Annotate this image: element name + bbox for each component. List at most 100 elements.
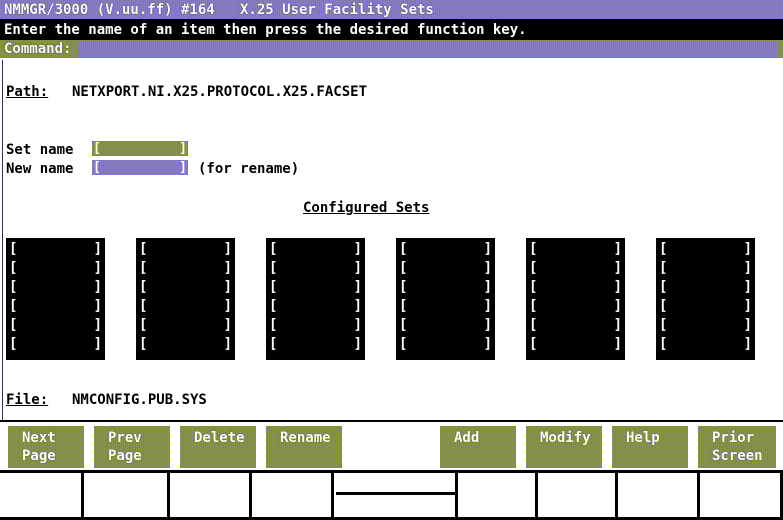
set-name-cell[interactable]: []	[656, 316, 755, 335]
set-name-input[interactable]: [ ]	[92, 141, 188, 156]
cell-bracket-close: ]	[613, 260, 622, 276]
function-key-delete[interactable]: Delete	[180, 426, 256, 468]
set-name-cell[interactable]: []	[656, 335, 755, 354]
set-name-cell[interactable]: []	[266, 316, 365, 335]
cell-bracket-open: [	[9, 336, 18, 352]
cell-bracket-open: [	[139, 317, 148, 333]
set-name-cell[interactable]: []	[136, 316, 235, 335]
cell-bracket-open: [	[659, 336, 668, 352]
bottom-cell	[334, 473, 458, 517]
cell-bracket-open: [	[529, 241, 538, 257]
cell-bracket-open: [	[269, 317, 278, 333]
cell-bracket-open: [	[399, 336, 408, 352]
cell-bracket-close: ]	[223, 298, 232, 314]
bottom-cell-divider	[336, 492, 456, 495]
cell-bracket-close: ]	[613, 317, 622, 333]
set-name-cell[interactable]: []	[266, 297, 365, 316]
set-name-cell[interactable]: []	[656, 297, 755, 316]
cell-bracket-close: ]	[353, 298, 362, 314]
bottom-cell	[84, 473, 170, 517]
cell-bracket-open: [	[9, 317, 18, 333]
function-key-help[interactable]: Help	[612, 426, 688, 468]
function-key-label-line1: Rename	[280, 430, 331, 446]
cell-bracket-close: ]	[483, 279, 492, 295]
set-name-cell[interactable]: []	[136, 297, 235, 316]
set-name-cell[interactable]: []	[6, 240, 105, 259]
new-name-input[interactable]: [ ]	[92, 160, 188, 175]
set-name-cell[interactable]: []	[266, 278, 365, 297]
command-input[interactable]	[78, 41, 778, 57]
field-bracket-open: [	[93, 141, 101, 156]
cell-bracket-close: ]	[743, 241, 752, 257]
set-name-cell[interactable]: []	[396, 240, 495, 259]
set-name-cell[interactable]: []	[526, 316, 625, 335]
set-name-cell[interactable]: []	[656, 259, 755, 278]
function-key-prior-screen[interactable]: Prior Screen	[698, 426, 776, 468]
cell-bracket-close: ]	[743, 317, 752, 333]
set-name-cell[interactable]: []	[6, 335, 105, 354]
cell-bracket-open: [	[139, 298, 148, 314]
set-name-cell[interactable]: []	[136, 335, 235, 354]
set-name-cell[interactable]: []	[136, 278, 235, 297]
set-name-cell[interactable]: []	[266, 259, 365, 278]
cell-bracket-close: ]	[93, 317, 102, 333]
set-name-cell[interactable]: []	[526, 278, 625, 297]
set-name-cell[interactable]: []	[656, 278, 755, 297]
function-key-modify[interactable]: Modify	[526, 426, 602, 468]
set-name-cell[interactable]: []	[266, 335, 365, 354]
set-column: [][][][][][]	[656, 238, 755, 360]
cell-bracket-open: [	[269, 298, 278, 314]
function-key-next-page[interactable]: Next Page	[8, 426, 84, 468]
cell-bracket-close: ]	[353, 336, 362, 352]
set-name-cell[interactable]: []	[266, 240, 365, 259]
command-line: Command:	[0, 40, 783, 58]
cell-bracket-close: ]	[483, 336, 492, 352]
set-name-cell[interactable]: []	[396, 335, 495, 354]
cell-bracket-open: [	[9, 279, 18, 295]
cell-bracket-close: ]	[353, 317, 362, 333]
set-name-cell[interactable]: []	[136, 240, 235, 259]
cell-bracket-close: ]	[353, 241, 362, 257]
cell-bracket-close: ]	[483, 317, 492, 333]
function-key-prev-page[interactable]: Prev Page	[94, 426, 170, 468]
set-name-cell[interactable]: []	[136, 259, 235, 278]
cell-bracket-open: [	[659, 241, 668, 257]
function-key-bar: Next Page Prev Page Delete Rename Add Modify Hel…	[0, 424, 783, 470]
field-bracket-close: ]	[179, 141, 187, 156]
rename-hint-text: (for rename)	[198, 161, 300, 177]
cell-bracket-open: [	[139, 336, 148, 352]
cell-bracket-close: ]	[743, 279, 752, 295]
cell-bracket-close: ]	[483, 298, 492, 314]
bottom-cell	[252, 473, 334, 517]
set-name-cell[interactable]: []	[396, 297, 495, 316]
function-key-rename[interactable]: Rename	[266, 426, 342, 468]
set-column: [][][][][][]	[6, 238, 105, 360]
set-name-cell[interactable]: []	[6, 297, 105, 316]
new-name-label: New name	[6, 161, 74, 177]
function-key-label-line1: Prev	[108, 430, 142, 446]
set-name-cell[interactable]: []	[656, 240, 755, 259]
bottom-cell	[618, 473, 700, 517]
bottom-cell	[700, 473, 783, 517]
set-name-cell[interactable]: []	[396, 316, 495, 335]
cell-bracket-close: ]	[93, 241, 102, 257]
cell-bracket-open: [	[269, 241, 278, 257]
cell-bracket-open: [	[529, 298, 538, 314]
set-column: [][][][][][]	[526, 238, 625, 360]
set-name-cell[interactable]: []	[396, 278, 495, 297]
set-name-cell[interactable]: []	[6, 278, 105, 297]
set-name-cell[interactable]: []	[526, 240, 625, 259]
cell-bracket-open: [	[269, 279, 278, 295]
set-name-cell[interactable]: []	[396, 259, 495, 278]
cell-bracket-close: ]	[353, 279, 362, 295]
set-name-cell[interactable]: []	[526, 297, 625, 316]
cell-bracket-open: [	[399, 241, 408, 257]
bottom-cell	[0, 473, 84, 517]
set-name-cell[interactable]: []	[6, 316, 105, 335]
set-name-cell[interactable]: []	[6, 259, 105, 278]
set-name-cell[interactable]: []	[526, 335, 625, 354]
message-line: Enter the name of an item then press the…	[0, 20, 783, 40]
function-key-add[interactable]: Add	[440, 426, 516, 468]
set-name-cell[interactable]: []	[526, 259, 625, 278]
configured-sets-grid: [][][][][][][][][][][][][][][][][][][][]…	[6, 238, 778, 360]
